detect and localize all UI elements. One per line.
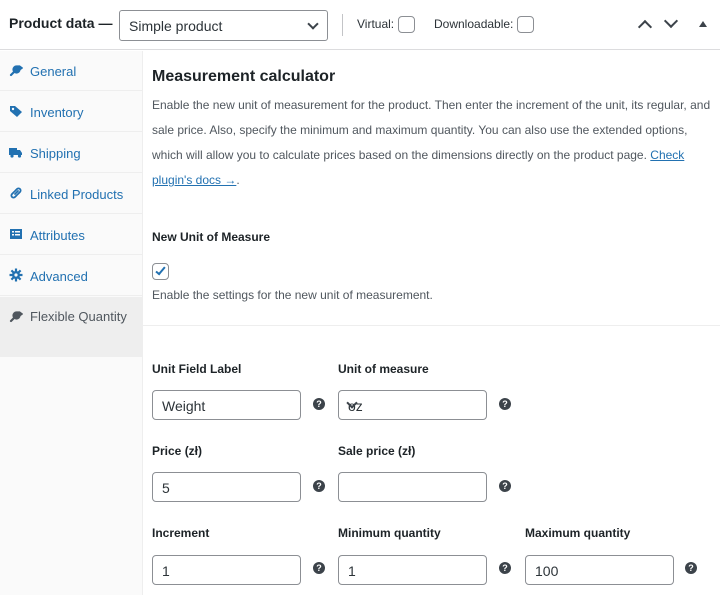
tab-attributes-label: Attributes [30,228,85,243]
tab-inventory[interactable]: Inventory [0,92,143,132]
checkmark-icon [155,264,166,276]
new-unit-description: Enable the settings for the new unit of … [152,288,433,302]
truck-icon [9,148,22,158]
tab-advanced-label: Advanced [30,269,88,284]
measurement-panel: Measurement calculator Enable the new un… [143,51,720,595]
section-heading: Measurement calculator [152,68,336,85]
downloadable-label: Downloadable: [434,17,514,31]
tag-icon [10,106,22,117]
chevron-down-icon [663,13,679,29]
price-value: 5 [162,480,170,496]
unit-field-label-label: Unit Field Label [152,362,242,376]
tab-attributes[interactable]: Attributes [0,215,143,255]
tab-advanced[interactable]: Advanced [0,256,143,296]
help-icon[interactable]: ? [313,562,325,574]
description-text: Enable the new unit of measurement for t… [152,98,711,162]
min-quantity-input[interactable]: 1 [338,555,487,585]
tab-shipping[interactable]: Shipping [0,133,143,173]
header-divider [342,14,343,36]
product-data-header: Product data — Simple product Virtual: D… [0,0,720,50]
price-input[interactable]: 5 [152,472,301,502]
max-quantity-value: 100 [535,563,559,579]
sale-price-label: Sale price (zł) [338,444,416,458]
help-icon[interactable]: ? [499,480,511,492]
help-icon[interactable]: ? [313,398,325,410]
unit-of-measure-label: Unit of measure [338,362,429,376]
list-icon [10,229,22,239]
product-type-select[interactable]: Simple product [119,10,328,41]
min-quantity-value: 1 [348,563,356,579]
sale-price-input[interactable] [338,472,487,502]
tab-inventory-label: Inventory [30,105,84,120]
unit-of-measure-select[interactable]: oz [338,390,487,420]
new-unit-label: New Unit of Measure [152,230,271,244]
product-type-value: Simple product [129,18,223,34]
max-quantity-label: Maximum quantity [525,526,631,540]
collapse-toggle-icon[interactable] [699,21,707,27]
product-data-title: Product data — [9,15,113,31]
tab-linked-products[interactable]: Linked Products [0,174,143,214]
unit-field-label-value: Weight [162,398,206,414]
help-icon[interactable]: ? [313,480,325,492]
increment-label: Increment [152,526,210,540]
min-quantity-label: Minimum quantity [338,526,441,540]
virtual-checkbox[interactable] [398,16,415,33]
tab-flexible-quantity[interactable]: Flexible Quantity [0,297,143,357]
move-down-button[interactable] [662,13,680,34]
tab-general[interactable]: General [0,51,143,91]
tab-general-label: General [30,64,77,79]
description-end: . [236,173,240,187]
link-icon [10,187,22,199]
new-unit-checkbox[interactable] [152,263,169,280]
move-up-button[interactable] [636,16,654,35]
increment-input[interactable]: 1 [152,555,301,585]
tab-shipping-label: Shipping [30,146,81,161]
tab-flexible-quantity-label: Flexible Quantity [30,309,127,324]
chevron-down-icon [307,18,319,30]
increment-value: 1 [162,563,170,579]
product-data-tabs: General Inventory Shipping Linked Produc… [0,51,143,595]
help-icon[interactable]: ? [685,562,697,574]
section-description: Enable the new unit of measurement for t… [152,93,714,193]
downloadable-checkbox[interactable] [517,16,534,33]
wrench-icon [9,65,23,77]
help-icon[interactable]: ? [499,562,511,574]
gear-icon [9,268,23,282]
max-quantity-input[interactable]: 100 [525,555,674,585]
price-label: Price (zł) [152,444,203,458]
section-divider [143,325,720,326]
unit-field-label-input[interactable]: Weight [152,390,301,420]
help-icon[interactable]: ? [499,398,511,410]
chevron-up-icon [637,19,653,35]
virtual-label: Virtual: [357,17,395,31]
tab-linked-products-label: Linked Products [30,187,124,202]
